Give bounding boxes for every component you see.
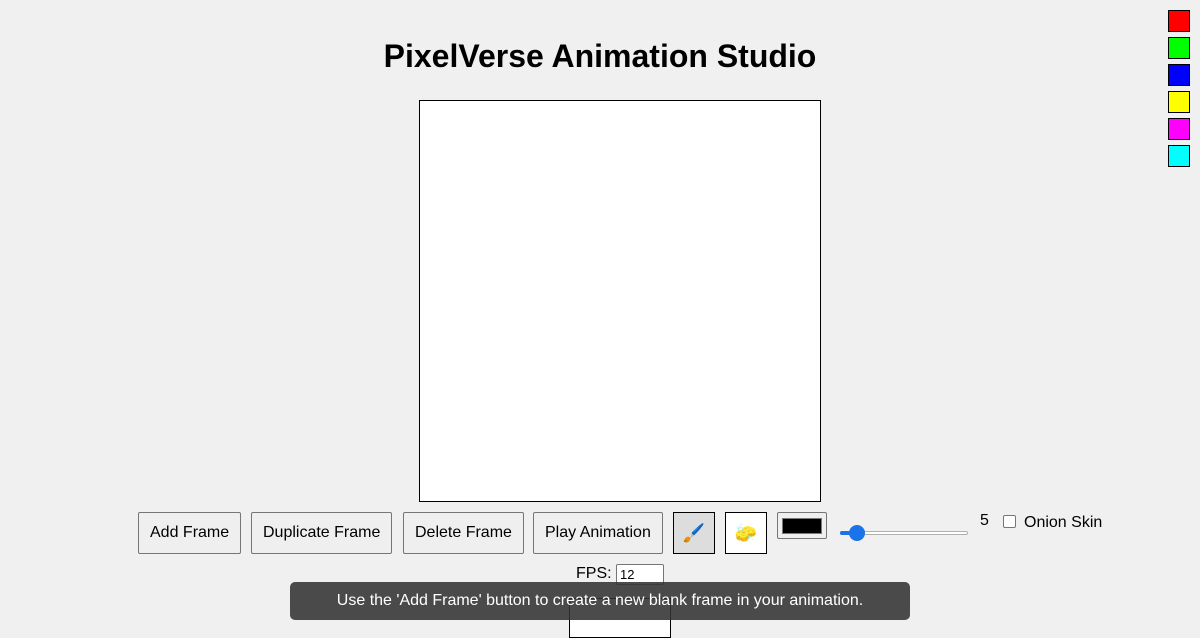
tooltip-text: Use the 'Add Frame' button to create a n… [336, 592, 864, 609]
onion-skin-label[interactable]: Onion Skin [1024, 514, 1102, 532]
eraser-tool-button[interactable]: 🧽 [725, 512, 767, 554]
play-animation-button[interactable]: Play Animation [533, 512, 663, 554]
palette-swatch-1[interactable] [1168, 10, 1190, 32]
delete-frame-button[interactable]: Delete Frame [403, 512, 524, 554]
drawing-canvas[interactable] [419, 100, 821, 502]
duplicate-frame-button[interactable]: Duplicate Frame [251, 512, 393, 554]
palette-swatch-5[interactable] [1168, 118, 1190, 140]
color-palette [1168, 10, 1190, 172]
palette-swatch-3[interactable] [1168, 64, 1190, 86]
palette-swatch-6[interactable] [1168, 145, 1190, 167]
help-tooltip: Use the 'Add Frame' button to create a n… [290, 582, 910, 620]
sponge-eraser-icon: 🧽 [734, 522, 758, 543]
add-frame-button[interactable]: Add Frame [138, 512, 242, 554]
slider-thumb[interactable] [849, 525, 866, 541]
color-picker[interactable] [777, 512, 827, 539]
brush-tool-button[interactable]: 🖌️ [673, 512, 715, 554]
paintbrush-icon: 🖌️ [682, 522, 706, 543]
palette-swatch-4[interactable] [1168, 91, 1190, 113]
onion-skin-checkbox[interactable] [1003, 515, 1016, 528]
palette-swatch-2[interactable] [1168, 37, 1190, 59]
brush-size-slider[interactable] [840, 525, 968, 541]
fps-label: FPS: [576, 565, 612, 582]
brush-size-value: 5 [980, 512, 989, 529]
page-title: PixelVerse Animation Studio [383, 38, 817, 74]
current-color-swatch [782, 517, 822, 534]
